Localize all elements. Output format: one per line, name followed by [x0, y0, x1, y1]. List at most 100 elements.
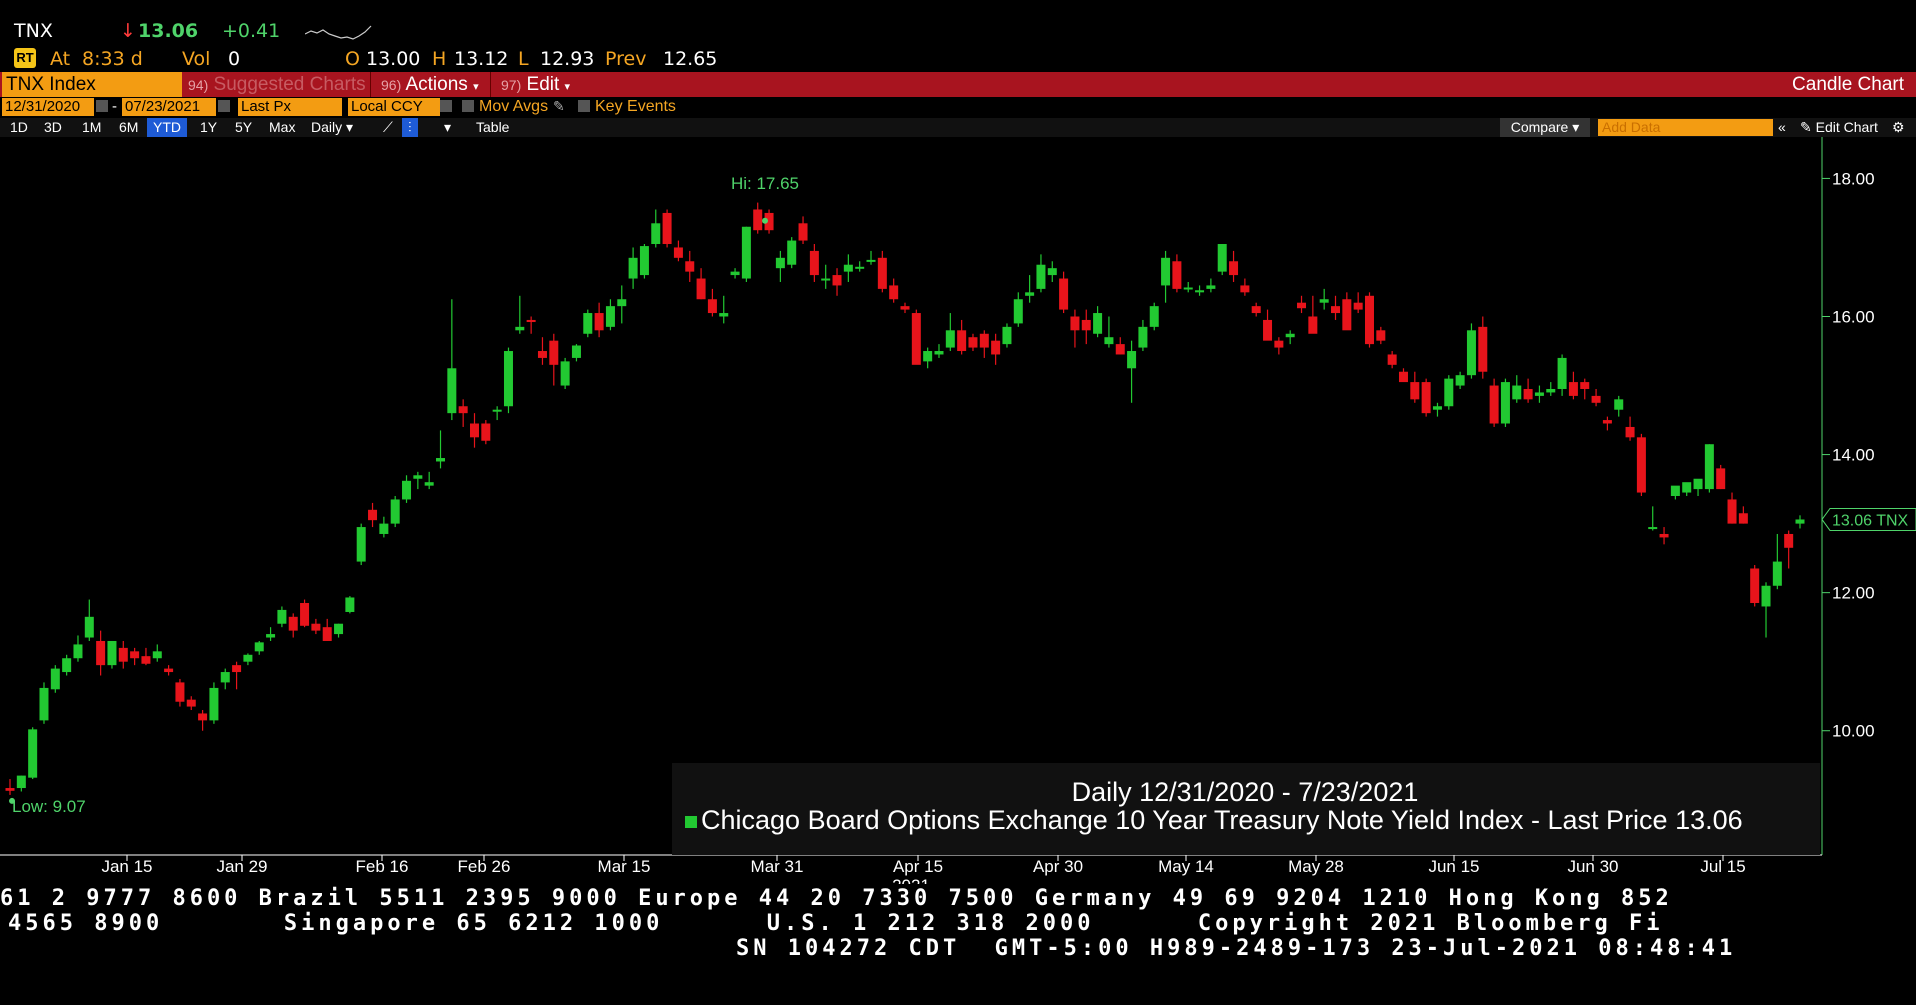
- calendar-icon[interactable]: [96, 100, 108, 112]
- high-value: 13.12: [454, 48, 509, 70]
- period-3d[interactable]: 3D: [38, 118, 68, 137]
- x-tick-label: Mar 31: [751, 857, 804, 876]
- candle-body: [1557, 357, 1567, 389]
- key-events-checkbox[interactable]: [578, 100, 590, 112]
- period-1y[interactable]: 1Y: [194, 118, 223, 137]
- prev-label: Prev: [605, 48, 647, 70]
- candle-body: [1580, 382, 1590, 389]
- candle-body: [1342, 299, 1352, 331]
- candle-body: [277, 609, 287, 624]
- period-ytd[interactable]: YTD: [147, 118, 187, 137]
- security-field[interactable]: TNX Index: [2, 72, 182, 97]
- last-price-tag-label: 13.06 TNX: [1832, 512, 1909, 529]
- candle-body: [1353, 302, 1363, 310]
- start-date-field[interactable]: 12/31/2020: [2, 98, 94, 116]
- candle-body: [1025, 292, 1035, 296]
- mov-avgs-checkbox[interactable]: [462, 100, 474, 112]
- suggested-charts-button[interactable]: 94) Suggested Charts: [184, 72, 368, 97]
- candle-body: [662, 212, 672, 245]
- actions-num: 96): [381, 77, 402, 93]
- y-tick-label: 10.00: [1832, 722, 1875, 741]
- end-date-field[interactable]: 07/23/2021: [122, 98, 216, 116]
- edit-menu[interactable]: 97) Edit ▾: [490, 72, 574, 97]
- candle-body: [991, 340, 1001, 355]
- candle-chart: 18.00 16.00 14.00 12.00 10.00 Jan 15 Jan 29 Fe…: [0, 137, 1916, 884]
- candle-body: [583, 313, 593, 334]
- edit-chart-button[interactable]: ✎ Edit Chart: [1800, 118, 1878, 137]
- candle-body: [798, 223, 808, 241]
- pencil-icon[interactable]: ✎: [553, 98, 565, 115]
- candle-body: [424, 482, 434, 486]
- table-button[interactable]: Table: [470, 118, 515, 137]
- add-data-input[interactable]: Add Data: [1598, 119, 1773, 136]
- candle-body: [594, 313, 604, 331]
- chevron-down-icon[interactable]: ▾: [438, 118, 457, 137]
- x-tick-label: Feb 16: [356, 857, 409, 876]
- candle-body: [685, 261, 695, 272]
- period-1d[interactable]: 1D: [4, 118, 34, 137]
- candle-body: [1727, 499, 1737, 524]
- quote-header: TNX ↓ 13.06 +0.41 RT At 8:33 d Vol 0 O 1…: [0, 0, 1916, 72]
- period-1m[interactable]: 1M: [76, 118, 107, 137]
- candle-body: [1376, 330, 1386, 341]
- candle-body: [1070, 316, 1080, 331]
- candle-body: [1568, 382, 1578, 396]
- candle-body: [1331, 306, 1341, 314]
- candle-body: [1093, 313, 1103, 334]
- candle-body: [152, 651, 162, 659]
- candle-body: [1410, 382, 1420, 400]
- candle-body: [447, 368, 457, 414]
- chevron-down-icon: ▾: [473, 81, 479, 93]
- candle-body: [605, 306, 615, 327]
- y-axis-ticks: 18.00 16.00 14.00 12.00 10.00: [1822, 169, 1875, 741]
- gear-icon[interactable]: ⚙: [1892, 118, 1905, 137]
- chevron-down-icon[interactable]: [440, 100, 452, 112]
- edit-label: Edit: [526, 74, 560, 95]
- low-marker: [9, 797, 15, 804]
- calendar-icon[interactable]: [218, 100, 230, 112]
- price-field-select[interactable]: Last Px: [238, 98, 342, 116]
- chart-settings-row: 12/31/2020 - 07/23/2021 Last Px Local CC…: [0, 98, 1916, 118]
- last-price: 13.06: [138, 20, 199, 42]
- candle-body: [866, 259, 876, 262]
- period-max[interactable]: Max: [263, 118, 301, 137]
- period-6m[interactable]: 6M: [113, 118, 144, 137]
- candle-body: [1127, 351, 1137, 369]
- candle-body: [436, 458, 446, 462]
- at-label: At: [50, 48, 71, 70]
- candle-chart-icon[interactable]: ⫶: [402, 118, 418, 137]
- candle-body: [402, 480, 412, 500]
- y-tick-label: 16.00: [1832, 308, 1875, 327]
- line-chart-icon[interactable]: ⟋: [377, 118, 399, 137]
- compare-button[interactable]: Compare ▾: [1500, 118, 1590, 137]
- candle-body: [62, 658, 72, 673]
- collapse-icon[interactable]: «: [1778, 118, 1786, 137]
- candle-body: [1444, 378, 1454, 407]
- candle-body: [345, 597, 355, 612]
- candle-body: [809, 250, 819, 276]
- frequency-select[interactable]: Daily ▾: [305, 118, 359, 137]
- x-tick-label: Apr 15: [893, 857, 943, 876]
- candle-body: [1274, 340, 1284, 348]
- candle-body: [1047, 268, 1057, 276]
- candle-body: [492, 409, 502, 412]
- x-tick-label: Jun 15: [1428, 857, 1479, 876]
- candle-body: [1138, 326, 1148, 348]
- candle-body: [481, 423, 491, 441]
- ticker-symbol: TNX: [14, 20, 53, 42]
- candle-body: [651, 223, 661, 245]
- candle-body: [1602, 420, 1612, 424]
- high-annotation: Hi: 17.65: [731, 174, 799, 193]
- candle-body: [1670, 485, 1680, 496]
- currency-select[interactable]: Local CCY: [348, 98, 440, 116]
- edit-num: 97): [501, 77, 522, 93]
- candle-body: [696, 278, 706, 300]
- ticker-line-2: 4565 8900 Singapore 65 6212 1000 U.S. 1 …: [8, 911, 1664, 936]
- candle-body: [1704, 444, 1714, 490]
- period-5y[interactable]: 5Y: [229, 118, 258, 137]
- candle-body: [1002, 326, 1012, 345]
- candle-body: [1761, 585, 1771, 607]
- actions-menu[interactable]: 96) Actions ▾: [370, 72, 488, 97]
- x-tick-label: May 14: [1158, 857, 1214, 876]
- candle-body: [968, 337, 978, 348]
